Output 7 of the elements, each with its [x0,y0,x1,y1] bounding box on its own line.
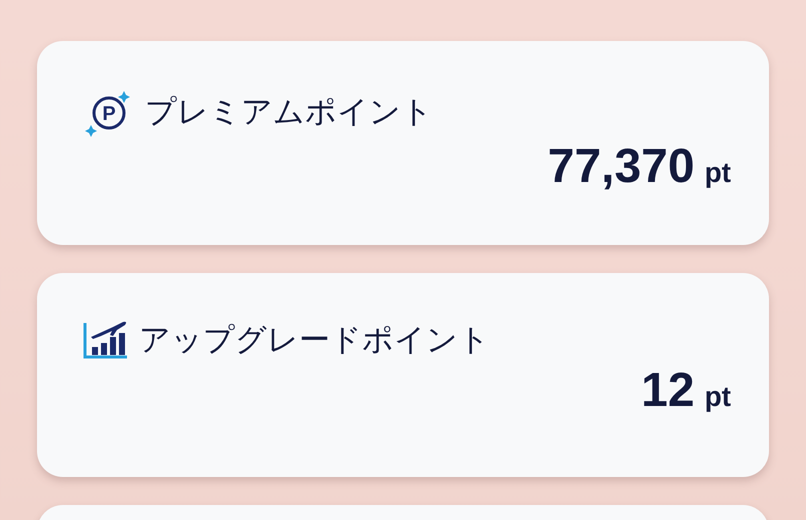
points-unit: pt [704,381,731,413]
card-title: アップグレードポイント [139,321,490,360]
points-unit: pt [704,157,731,189]
points-value: 77,370 [548,139,695,194]
bar-chart-plane-icon [83,319,129,361]
card-title: プレミアムポイント [145,93,433,132]
points-value: 12 [641,363,695,418]
